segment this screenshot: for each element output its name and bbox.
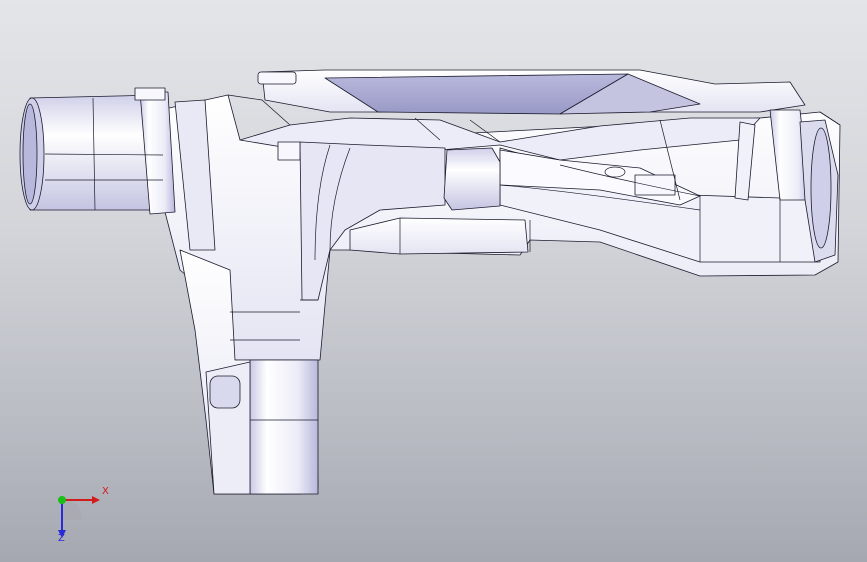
reference-triad: X Z xyxy=(44,480,114,546)
z-axis-label: Z xyxy=(58,533,65,544)
y-axis-dot-icon xyxy=(58,496,66,504)
leg-slot xyxy=(209,375,241,409)
x-axis-arrow-icon xyxy=(92,496,100,504)
part-model-3d[interactable] xyxy=(0,0,867,562)
central-hub xyxy=(443,147,501,211)
x-axis-label: X xyxy=(102,486,109,497)
graphics-viewport[interactable]: X Z xyxy=(0,0,867,562)
